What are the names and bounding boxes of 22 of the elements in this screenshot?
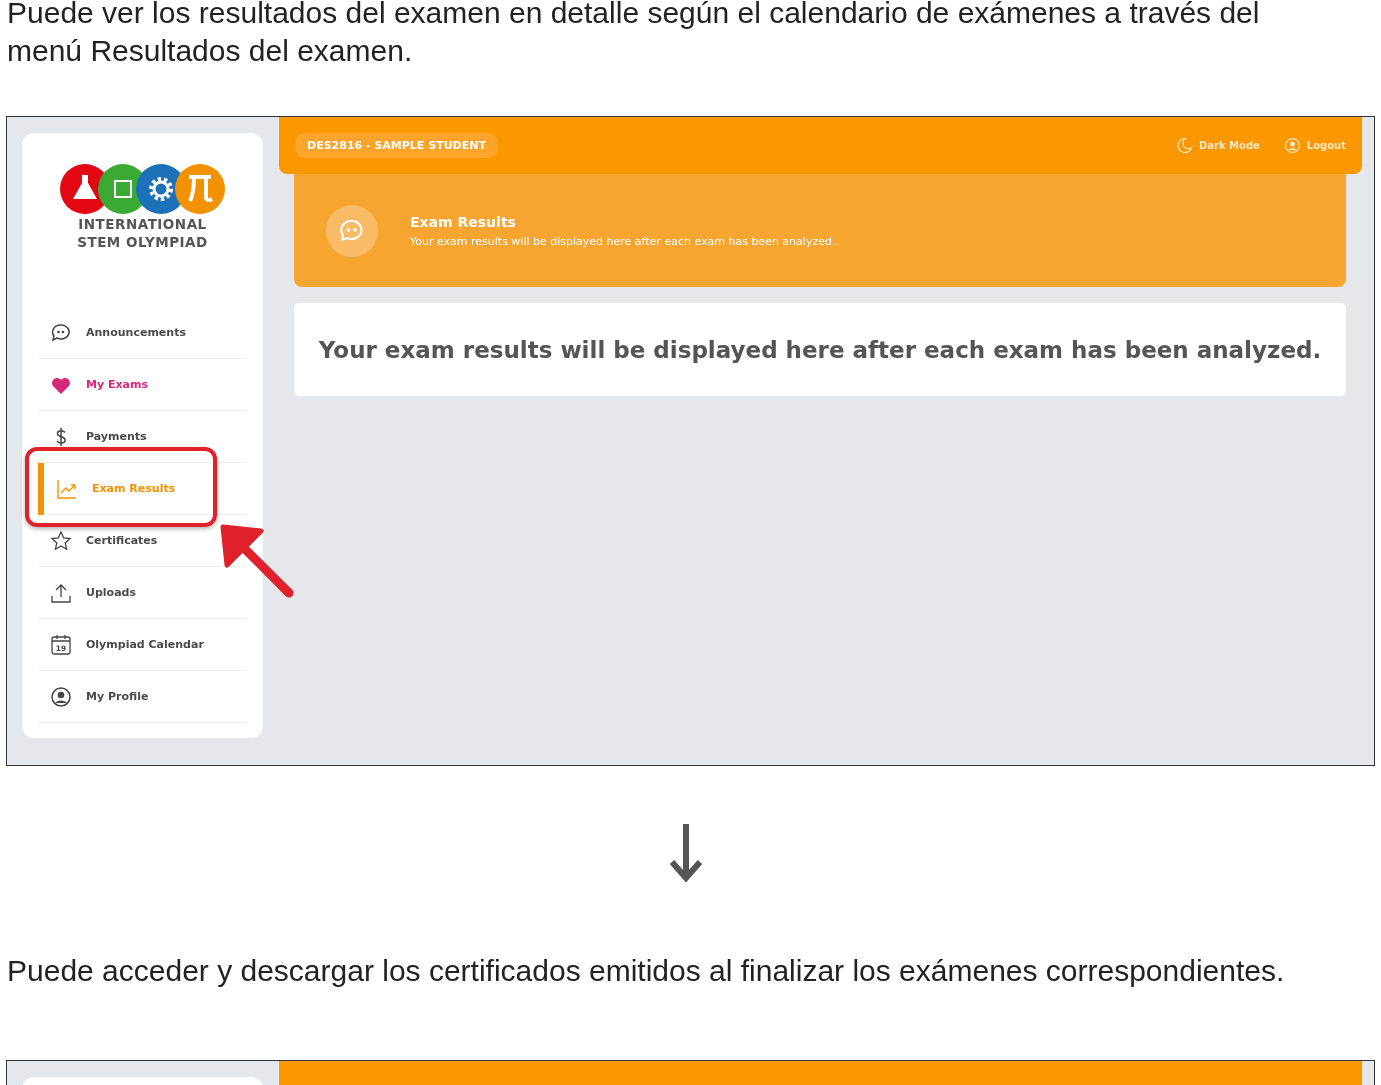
sidebar-item[interactable]: My Profile — [50, 685, 149, 708]
sidebar-item[interactable]: Certificates — [50, 529, 158, 552]
caption-text: Puede ver los resultados del examen en detalle según el calendario de exámenes a través del — [7, 0, 1261, 31]
caption-text: menú Resultados del examen. — [7, 33, 414, 69]
sidebar-item[interactable]: Payments — [50, 425, 147, 448]
line-chart-icon — [56, 477, 78, 500]
sidebar-item[interactable]: Uploads — [50, 581, 136, 604]
sidebar-item[interactable]: My Exams — [50, 373, 148, 396]
selection-bar — [38, 462, 44, 515]
empty-state-message: Your exam results will be displayed here after each exam has been analyzed. — [318, 336, 1322, 363]
header-subtitle: Your exam results will be displayed here after each exam has been analyzed.. — [410, 234, 839, 248]
caption-text: Puede acceder y descargar los certificados emitidos al finalizar los exámenes correspondientes. — [7, 953, 1286, 989]
star-icon — [50, 529, 72, 552]
speech-bubble-icon — [50, 321, 72, 344]
header-title: Exam Results — [410, 213, 517, 230]
sidebar-item[interactable]: Announcements — [50, 321, 186, 344]
user-badge: DES2816 - SAMPLE STUDENT — [295, 133, 498, 158]
profile-icon — [50, 685, 72, 708]
logo-text: INTERNATIONAL STEM OLYMPIAD — [77, 215, 208, 251]
speech-bubble-icon — [326, 204, 378, 257]
profile-icon — [1283, 137, 1301, 154]
moon-icon — [1175, 137, 1193, 154]
